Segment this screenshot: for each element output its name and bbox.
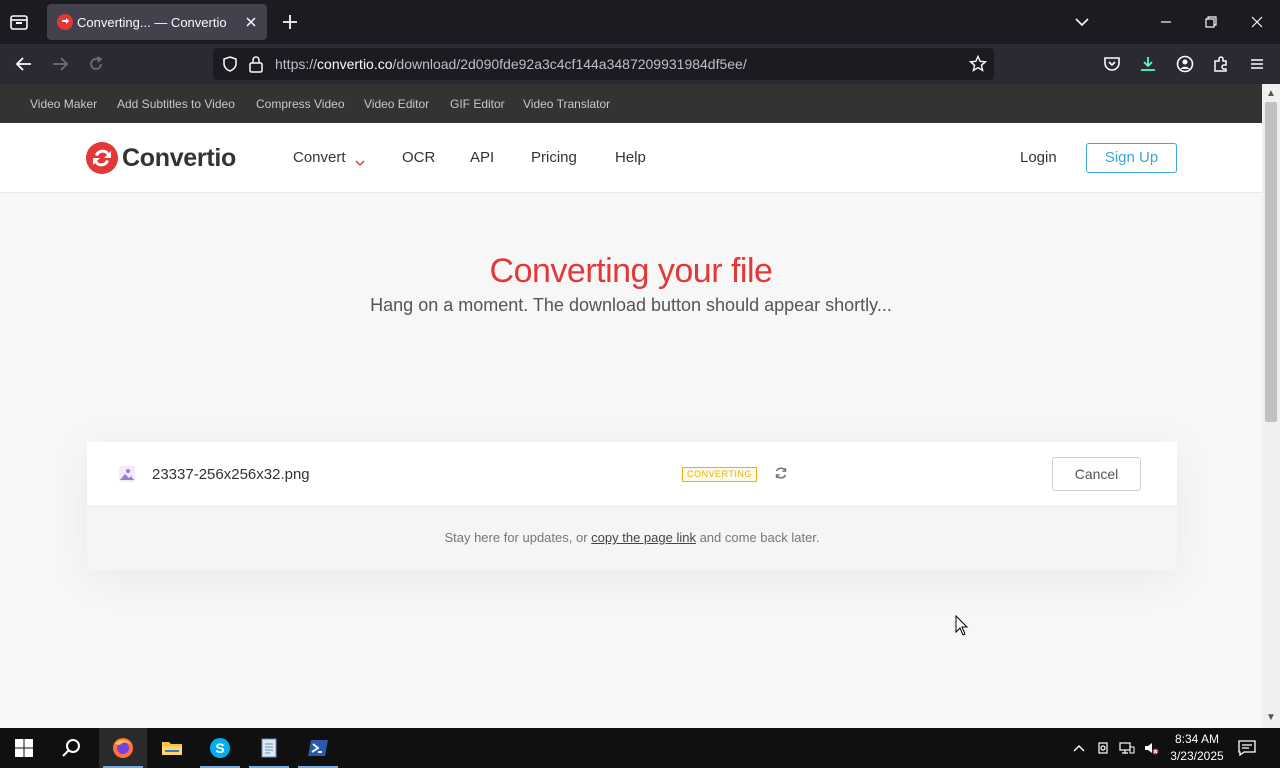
start-button[interactable] [0,728,48,768]
tab-list-icon[interactable] [8,11,30,33]
close-window-icon[interactable] [1247,12,1267,32]
link-video-maker[interactable]: Video Maker [30,97,97,111]
menu-ocr[interactable]: OCR [402,149,435,166]
device-icon[interactable] [1095,740,1111,756]
network-icon[interactable] [1119,740,1135,756]
page-title: Converting your file [489,252,773,290]
active-tab[interactable]: Converting... — Convertio [47,4,267,40]
browser-nav-bar: https://convertio.co/download/2d090fde92… [0,44,1280,84]
tab-title: Converting... — Convertio [77,15,227,30]
link-video-translator[interactable]: Video Translator [523,97,610,111]
convertio-logo-icon [86,142,118,174]
info-text-after: and come back later. [695,530,820,545]
new-tab-icon[interactable] [280,12,300,32]
scroll-up-icon[interactable]: ▲ [1266,88,1276,99]
main-content: Converting your file Hang on a moment. T… [0,194,1262,728]
link-video-editor[interactable]: Video Editor [364,97,429,111]
extensions-icon[interactable] [1211,54,1231,74]
clock-date: 3/23/2025 [1170,749,1224,763]
browser-tab-bar: Converting... — Convertio [0,0,1280,44]
svg-text:S: S [215,740,224,756]
taskbar-firefox[interactable] [99,728,147,768]
site-header: Convertio Convert OCR API Pricing Help L… [0,123,1262,193]
link-add-subtitles[interactable]: Add Subtitles to Video [117,97,235,111]
image-file-icon [117,464,137,484]
menu-hamburger-icon[interactable] [1247,54,1267,74]
list-all-tabs-icon[interactable] [1072,12,1092,32]
chevron-down-icon[interactable] [355,154,365,167]
page-subtitle: Hang on a moment. The download button sh… [370,295,892,315]
bookmark-star-icon[interactable] [968,54,988,73]
tracking-protection-icon[interactable] [221,55,239,73]
taskbar-file-explorer[interactable] [148,728,196,768]
login-link[interactable]: Login [1020,149,1057,166]
url-text: https://convertio.co/download/2d090fde92… [275,56,747,72]
menu-help[interactable]: Help [615,149,646,166]
top-links-bar: Video Maker Add Subtitles to Video Compr… [0,84,1262,123]
url-bar[interactable]: https://convertio.co/download/2d090fde92… [213,48,994,80]
lock-icon[interactable] [248,55,264,73]
link-gif-editor[interactable]: GIF Editor [450,97,505,111]
volume-muted-icon[interactable] [1143,740,1159,756]
file-row: 23337-256x256x32.png CONVERTING Cancel [87,442,1177,506]
downloads-icon[interactable] [1138,54,1158,74]
logo-text: Convertio [122,144,236,172]
restore-icon[interactable] [1201,12,1221,32]
close-tab-icon[interactable] [243,14,259,30]
pocket-icon[interactable] [1102,54,1122,74]
back-icon[interactable] [14,54,34,74]
windows-taskbar: S 8:34 AM 3/23/2025 [0,728,1280,768]
page-scrollbar[interactable]: ▲ ▼ [1262,84,1280,728]
taskbar-powershell[interactable] [294,728,342,768]
loading-spinner-icon [774,466,788,480]
file-card: 23337-256x256x32.png CONVERTING Cancel S… [87,442,1177,570]
copy-page-link[interactable]: copy the page link [591,530,696,545]
mouse-cursor-icon [955,614,969,637]
account-icon[interactable] [1175,54,1195,74]
clock-time: 8:34 AM [1174,732,1220,746]
scroll-down-icon[interactable]: ▼ [1266,712,1276,723]
info-message: Stay here for updates, or copy the page … [87,506,1177,570]
forward-icon[interactable] [50,54,70,74]
menu-convert[interactable]: Convert [293,149,346,166]
search-icon[interactable] [48,728,96,768]
system-clock[interactable]: 8:34 AM 3/23/2025 [1166,731,1228,765]
info-text-before: Stay here for updates, or [444,530,592,545]
menu-api[interactable]: API [470,149,494,166]
taskbar-notepad[interactable] [245,728,293,768]
show-hidden-icons-icon[interactable] [1071,740,1087,756]
convertio-favicon-icon [57,14,73,30]
status-badge: CONVERTING [682,467,757,482]
signup-button[interactable]: Sign Up [1086,143,1177,173]
link-compress-video[interactable]: Compress Video [256,97,345,111]
menu-pricing[interactable]: Pricing [531,149,577,166]
file-name: 23337-256x256x32.png [152,466,310,483]
cancel-button[interactable]: Cancel [1052,457,1141,491]
taskbar-skype[interactable]: S [196,728,244,768]
reload-icon[interactable] [86,54,106,74]
minimize-icon[interactable] [1156,12,1176,32]
scrollbar-thumb[interactable] [1265,102,1277,422]
notification-center-icon[interactable] [1238,740,1256,757]
